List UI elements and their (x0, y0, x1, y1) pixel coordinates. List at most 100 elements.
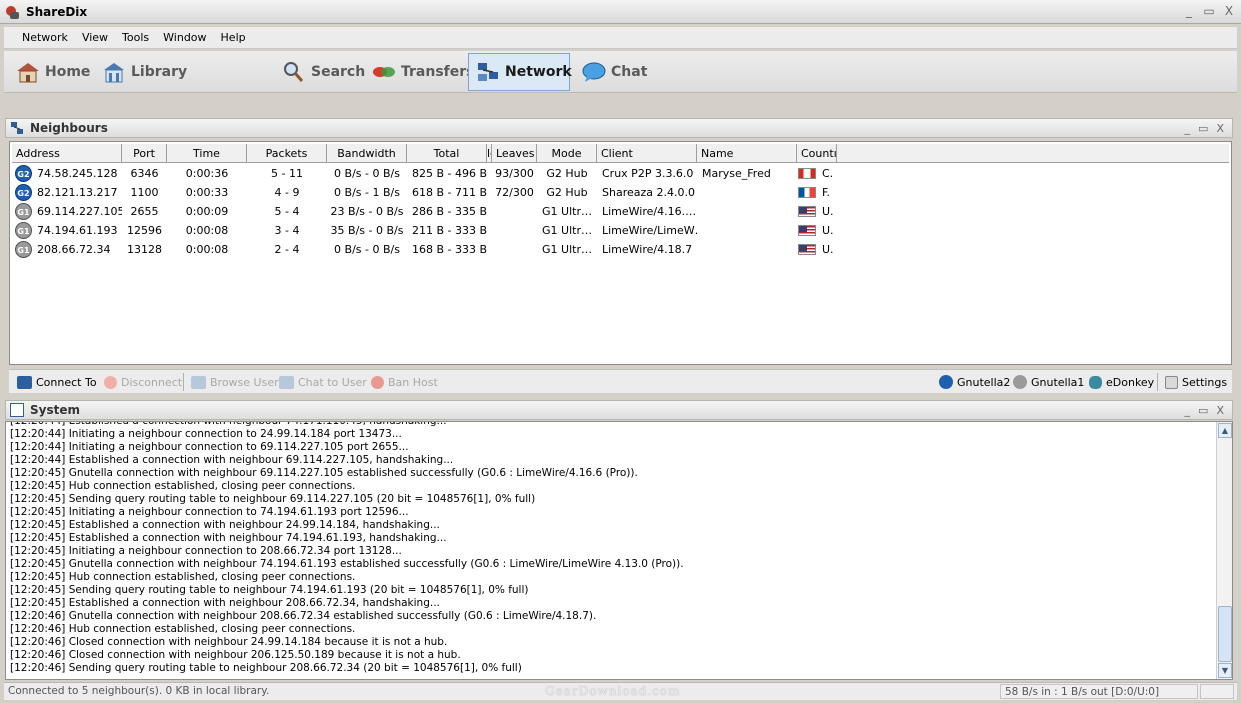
table-row[interactable]: G2 82.121.13.217 1100 0:00:33 4 - 9 0 B/s - 1… (12, 183, 1229, 202)
gnutella1-toggle[interactable]: Gnutella1 (1013, 373, 1084, 391)
col-time[interactable]: Time (167, 144, 247, 163)
log-line: [12:20:44] Initiating a neighbour connec… (10, 441, 409, 453)
col-mode[interactable]: Mode (537, 144, 597, 163)
disconnect-label: Disconnect (121, 375, 183, 389)
cell-time: 0:00:36 (185, 167, 229, 180)
cell-port: 12596 (127, 224, 162, 237)
cell-time: 0:00:09 (185, 205, 229, 218)
system-restore-button[interactable]: ▭ (1198, 404, 1208, 417)
col-total[interactable]: Total (407, 144, 487, 163)
transfers-icon (371, 60, 397, 84)
g1-icon: G1 (15, 222, 32, 239)
restore-button[interactable]: ▭ (1203, 4, 1215, 18)
disconnect-button[interactable]: Disconnect (104, 373, 182, 391)
g2-icon: G2 (15, 184, 32, 201)
cell-name (702, 183, 797, 202)
menu-help[interactable]: Help (215, 29, 252, 46)
cell-packets: 2 - 4 (274, 243, 300, 256)
neighbours-title: Neighbours (30, 121, 108, 135)
watermark: GearDownload.com (545, 684, 681, 698)
neighbours-minimize-button[interactable]: _ (1185, 122, 1191, 135)
g1-icon (1013, 375, 1027, 389)
log-line: [12:20:45] Established a connection with… (10, 519, 440, 531)
minimize-button[interactable]: _ (1183, 4, 1195, 18)
table-row[interactable]: G1 74.194.61.193 12596 0:00:08 3 - 4 35 B/s -… (12, 221, 1229, 240)
search-icon (281, 60, 307, 84)
log-line: [12:20:44] Established a connection with… (10, 421, 447, 427)
nav-home-label: Home (45, 64, 91, 80)
cell-bandwidth: 0 B/s - 0 B/s (334, 243, 400, 256)
col-port[interactable]: Port (122, 144, 167, 163)
menu-tools[interactable]: Tools (116, 29, 155, 46)
neighbours-close-button[interactable]: X (1216, 122, 1224, 135)
cell-port: 13128 (127, 243, 162, 256)
edonkey-toggle[interactable]: eDonkey (1089, 373, 1154, 391)
table-row[interactable]: G2 74.58.245.128 6346 0:00:36 5 - 11 0 B/s - … (12, 164, 1229, 183)
browse-user-button[interactable]: Browse User (191, 373, 279, 391)
ban-host-button[interactable]: Ban Host (371, 373, 438, 391)
flag-us-icon (798, 225, 816, 236)
chat-user-icon (279, 375, 294, 389)
window-title: ShareDix (26, 4, 88, 19)
col-client[interactable]: Client (597, 144, 697, 163)
table-row[interactable]: G1 208.66.72.34 13128 0:00:08 2 - 4 0 B/s - 0… (12, 240, 1229, 259)
cell-client: LimeWire/LimeW… (602, 224, 697, 237)
table-row[interactable]: G1 69.114.227.105 2655 0:00:09 5 - 4 23 B/s -… (12, 202, 1229, 221)
menu-network[interactable]: Network (16, 29, 74, 46)
cell-port: 1100 (130, 186, 159, 199)
scroll-thumb[interactable] (1218, 606, 1232, 662)
scroll-up-icon[interactable]: ▲ (1218, 423, 1232, 438)
col-leaves[interactable]: Leaves (492, 144, 537, 163)
scroll-down-icon[interactable]: ▼ (1218, 663, 1232, 678)
menu-window[interactable]: Window (157, 29, 212, 46)
chat-to-user-label: Chat to User (298, 375, 367, 389)
system-title: System (30, 403, 80, 417)
neighbours-restore-button[interactable]: ▭ (1198, 122, 1208, 135)
cell-bandwidth: 23 B/s - 0 B/s (330, 205, 404, 218)
nav-home-button[interactable]: Home (8, 53, 97, 91)
system-minimize-button[interactable]: _ (1185, 404, 1191, 417)
neighbours-icon (10, 121, 24, 135)
nav-search-button[interactable]: Search (274, 53, 372, 91)
ban-icon (371, 375, 384, 389)
col-bandwidth[interactable]: Bandwidth (327, 144, 407, 163)
system-close-button[interactable]: X (1216, 404, 1224, 417)
cell-leaves (492, 221, 537, 240)
cell-time: 0:00:33 (185, 186, 229, 199)
cell-country: U. (822, 224, 834, 237)
chat-to-user-button[interactable]: Chat to User (279, 373, 367, 391)
system-log[interactable]: [12:20:44] Established a connection with… (5, 421, 1233, 680)
nav-transfers-button[interactable]: Transfers (364, 53, 482, 91)
col-packets[interactable]: Packets (247, 144, 327, 163)
settings-button[interactable]: Settings (1165, 373, 1227, 391)
cell-port: 2655 (130, 205, 159, 218)
flag-us-icon (798, 244, 816, 255)
nav-chat-button[interactable]: Chat (574, 53, 656, 91)
g1-icon: G1 (15, 203, 32, 220)
nav-library-button[interactable]: Library (94, 53, 194, 91)
cell-name: Maryse_Fred (702, 167, 771, 180)
log-line: [12:20:45] Initiating a neighbour connec… (10, 545, 402, 557)
menu-view[interactable]: View (76, 29, 114, 46)
log-line: [12:20:46] Closed connection with neighb… (10, 636, 448, 648)
log-scrollbar[interactable]: ▲ ▼ (1216, 422, 1232, 679)
status-library: Connected to 5 neighbour(s). 0 KB in loc… (8, 685, 270, 697)
col-country[interactable]: Countı (797, 144, 837, 163)
log-line: [12:20:45] Established a connection with… (10, 532, 447, 544)
log-line: [12:20:44] Established a connection with… (10, 454, 454, 466)
col-name[interactable]: Name (697, 144, 797, 163)
log-line: [12:20:45] Hub connection established, c… (10, 571, 356, 583)
cell-country: C. (822, 167, 834, 180)
nav-network-button[interactable]: Network (468, 53, 572, 91)
cell-country: F. (822, 186, 831, 199)
cell-name (702, 240, 797, 259)
log-line: [12:20:45] Established a connection with… (10, 597, 440, 609)
app-icon (4, 4, 20, 20)
close-button[interactable]: X (1223, 4, 1235, 18)
connect-to-button[interactable]: Connect To (17, 373, 97, 391)
cell-address: 82.121.13.217 (37, 186, 118, 199)
col-address[interactable]: Address (12, 144, 122, 163)
gnutella2-toggle[interactable]: Gnutella2 (939, 373, 1010, 391)
cell-client: LimeWire/4.16.… (602, 205, 697, 218)
flag-ca-icon (798, 168, 816, 179)
